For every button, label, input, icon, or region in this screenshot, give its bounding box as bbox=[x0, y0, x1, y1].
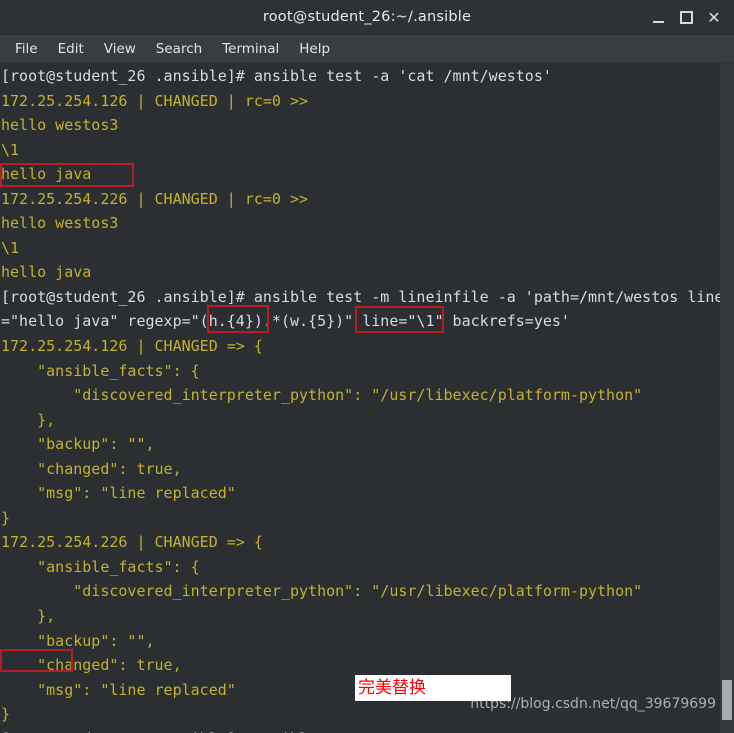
terminal-output-line: "changed": true, bbox=[1, 653, 723, 678]
terminal-line-text: } bbox=[1, 508, 11, 527]
terminal-output-line: "backup": "", bbox=[1, 432, 723, 457]
terminal-line-text: }, bbox=[1, 410, 56, 429]
maximize-icon bbox=[679, 11, 693, 24]
terminal-line-text: hello westos3 bbox=[1, 116, 119, 135]
terminal-output-line: 172.25.254.126 | CHANGED | rc=0 >> bbox=[1, 89, 723, 114]
terminal-line-text: } bbox=[1, 705, 11, 724]
terminal-output-line: }, bbox=[1, 604, 723, 629]
menu-item-file[interactable]: File bbox=[6, 41, 47, 57]
terminal-line-text: "msg": "line replaced" bbox=[1, 680, 236, 699]
terminal-line-text: [root@student_26 .ansible]# ansible test… bbox=[1, 67, 552, 85]
menu-item-search[interactable]: Search bbox=[147, 41, 211, 57]
menu-item-edit[interactable]: Edit bbox=[49, 41, 93, 57]
terminal-output-line: hello westos3 bbox=[1, 211, 723, 236]
terminal-line-text: \1 bbox=[1, 140, 20, 159]
terminal-output-line: hello java bbox=[1, 162, 723, 187]
menu-item-view[interactable]: View bbox=[95, 41, 145, 57]
terminal-output-line: hello java bbox=[1, 260, 723, 285]
terminal-line-text: \1 bbox=[1, 238, 20, 257]
window-title: root@student_26:~/.ansible bbox=[262, 9, 472, 25]
terminal-output-line: hello westos3 bbox=[1, 113, 723, 138]
terminal-scrollbar[interactable] bbox=[720, 63, 734, 733]
terminal-output-line: \1 bbox=[1, 236, 723, 261]
terminal-output-line: }, bbox=[1, 408, 723, 433]
terminal-line-text: }, bbox=[1, 607, 56, 626]
note-text: 完美替换 bbox=[358, 677, 426, 698]
terminal-prompt-line: [root@student_26 .ansible]# ansible test… bbox=[1, 727, 723, 733]
terminal-screen: [root@student_26 .ansible]# ansible test… bbox=[0, 63, 723, 733]
terminal-output-line: "discovered_interpreter_python": "/usr/l… bbox=[1, 579, 723, 604]
terminal-line-text: 172.25.254.226 | CHANGED | rc=0 >> bbox=[1, 189, 309, 208]
maximize-button[interactable] bbox=[672, 4, 700, 32]
terminal-line-text: "discovered_interpreter_python": "/usr/l… bbox=[1, 582, 643, 601]
terminal-line-text: 172.25.254.126 | CHANGED | rc=0 >> bbox=[1, 91, 309, 110]
terminal-output-area[interactable]: [root@student_26 .ansible]# ansible test… bbox=[0, 63, 734, 733]
terminal-line-text: ="hello java" regexp="(h.{4}).*(w.{5})" … bbox=[1, 312, 570, 331]
menu-item-terminal[interactable]: Terminal bbox=[213, 41, 288, 57]
terminal-line-text: [root@student_26 .ansible]# ansible test… bbox=[1, 287, 724, 306]
terminal-prompt-line: ="hello java" regexp="(h.{4}).*(w.{5})" … bbox=[1, 309, 723, 334]
menu-item-help[interactable]: Help bbox=[290, 41, 339, 57]
terminal-line-text: "backup": "", bbox=[1, 631, 155, 650]
terminal-output-line: "discovered_interpreter_python": "/usr/l… bbox=[1, 383, 723, 408]
scrollbar-thumb[interactable] bbox=[722, 680, 732, 720]
terminal-prompt-line: [root@student_26 .ansible]# ansible test… bbox=[1, 285, 723, 310]
terminal-line-text: 172.25.254.226 | CHANGED => { bbox=[1, 533, 263, 552]
terminal-output-line: 172.25.254.226 | CHANGED | rc=0 >> bbox=[1, 187, 723, 212]
terminal-output-line: "changed": true, bbox=[1, 457, 723, 482]
minimize-icon bbox=[652, 20, 664, 23]
terminal-prompt-line: [root@student_26 .ansible]# ansible test… bbox=[1, 64, 723, 89]
terminal-output-line: "msg": "line replaced" bbox=[1, 481, 723, 506]
window-controls: ✕ bbox=[644, 0, 728, 35]
terminal-line-text: "discovered_interpreter_python": "/usr/l… bbox=[1, 386, 643, 405]
terminal-output-line: "backup": "", bbox=[1, 629, 723, 654]
terminal-output-line: 172.25.254.226 | CHANGED => { bbox=[1, 530, 723, 555]
terminal-output-line: "ansible_facts": { bbox=[1, 555, 723, 580]
terminal-line-text: "backup": "", bbox=[1, 435, 155, 454]
terminal-line-text: 172.25.254.126 | CHANGED => { bbox=[1, 337, 263, 356]
terminal-line-text: hello java bbox=[1, 165, 92, 184]
terminal-output-line: } bbox=[1, 506, 723, 531]
close-icon: ✕ bbox=[707, 7, 721, 27]
terminal-line-text: "ansible_facts": { bbox=[1, 361, 200, 380]
terminal-window: root@student_26:~/.ansible ✕ File Edit Vie… bbox=[0, 0, 734, 733]
close-button[interactable]: ✕ bbox=[700, 4, 728, 32]
note-perfect-replacement: 完美替换 bbox=[355, 675, 511, 701]
minimize-button[interactable] bbox=[644, 4, 672, 32]
terminal-output-line: \1 bbox=[1, 138, 723, 163]
terminal-line-text: "changed": true, bbox=[1, 459, 182, 478]
terminal-line-text: "ansible_facts": { bbox=[1, 557, 200, 576]
terminal-line-text: "changed": true, bbox=[1, 656, 182, 675]
terminal-output-line: "ansible_facts": { bbox=[1, 359, 723, 384]
terminal-output-line: 172.25.254.126 | CHANGED => { bbox=[1, 334, 723, 359]
window-titlebar: root@student_26:~/.ansible ✕ bbox=[0, 0, 734, 35]
terminal-line-text: "msg": "line replaced" bbox=[1, 484, 236, 503]
terminal-line-text: hello westos3 bbox=[1, 214, 119, 233]
menu-bar: File Edit View Search Terminal Help bbox=[0, 35, 734, 63]
terminal-line-text: hello java bbox=[1, 263, 92, 282]
